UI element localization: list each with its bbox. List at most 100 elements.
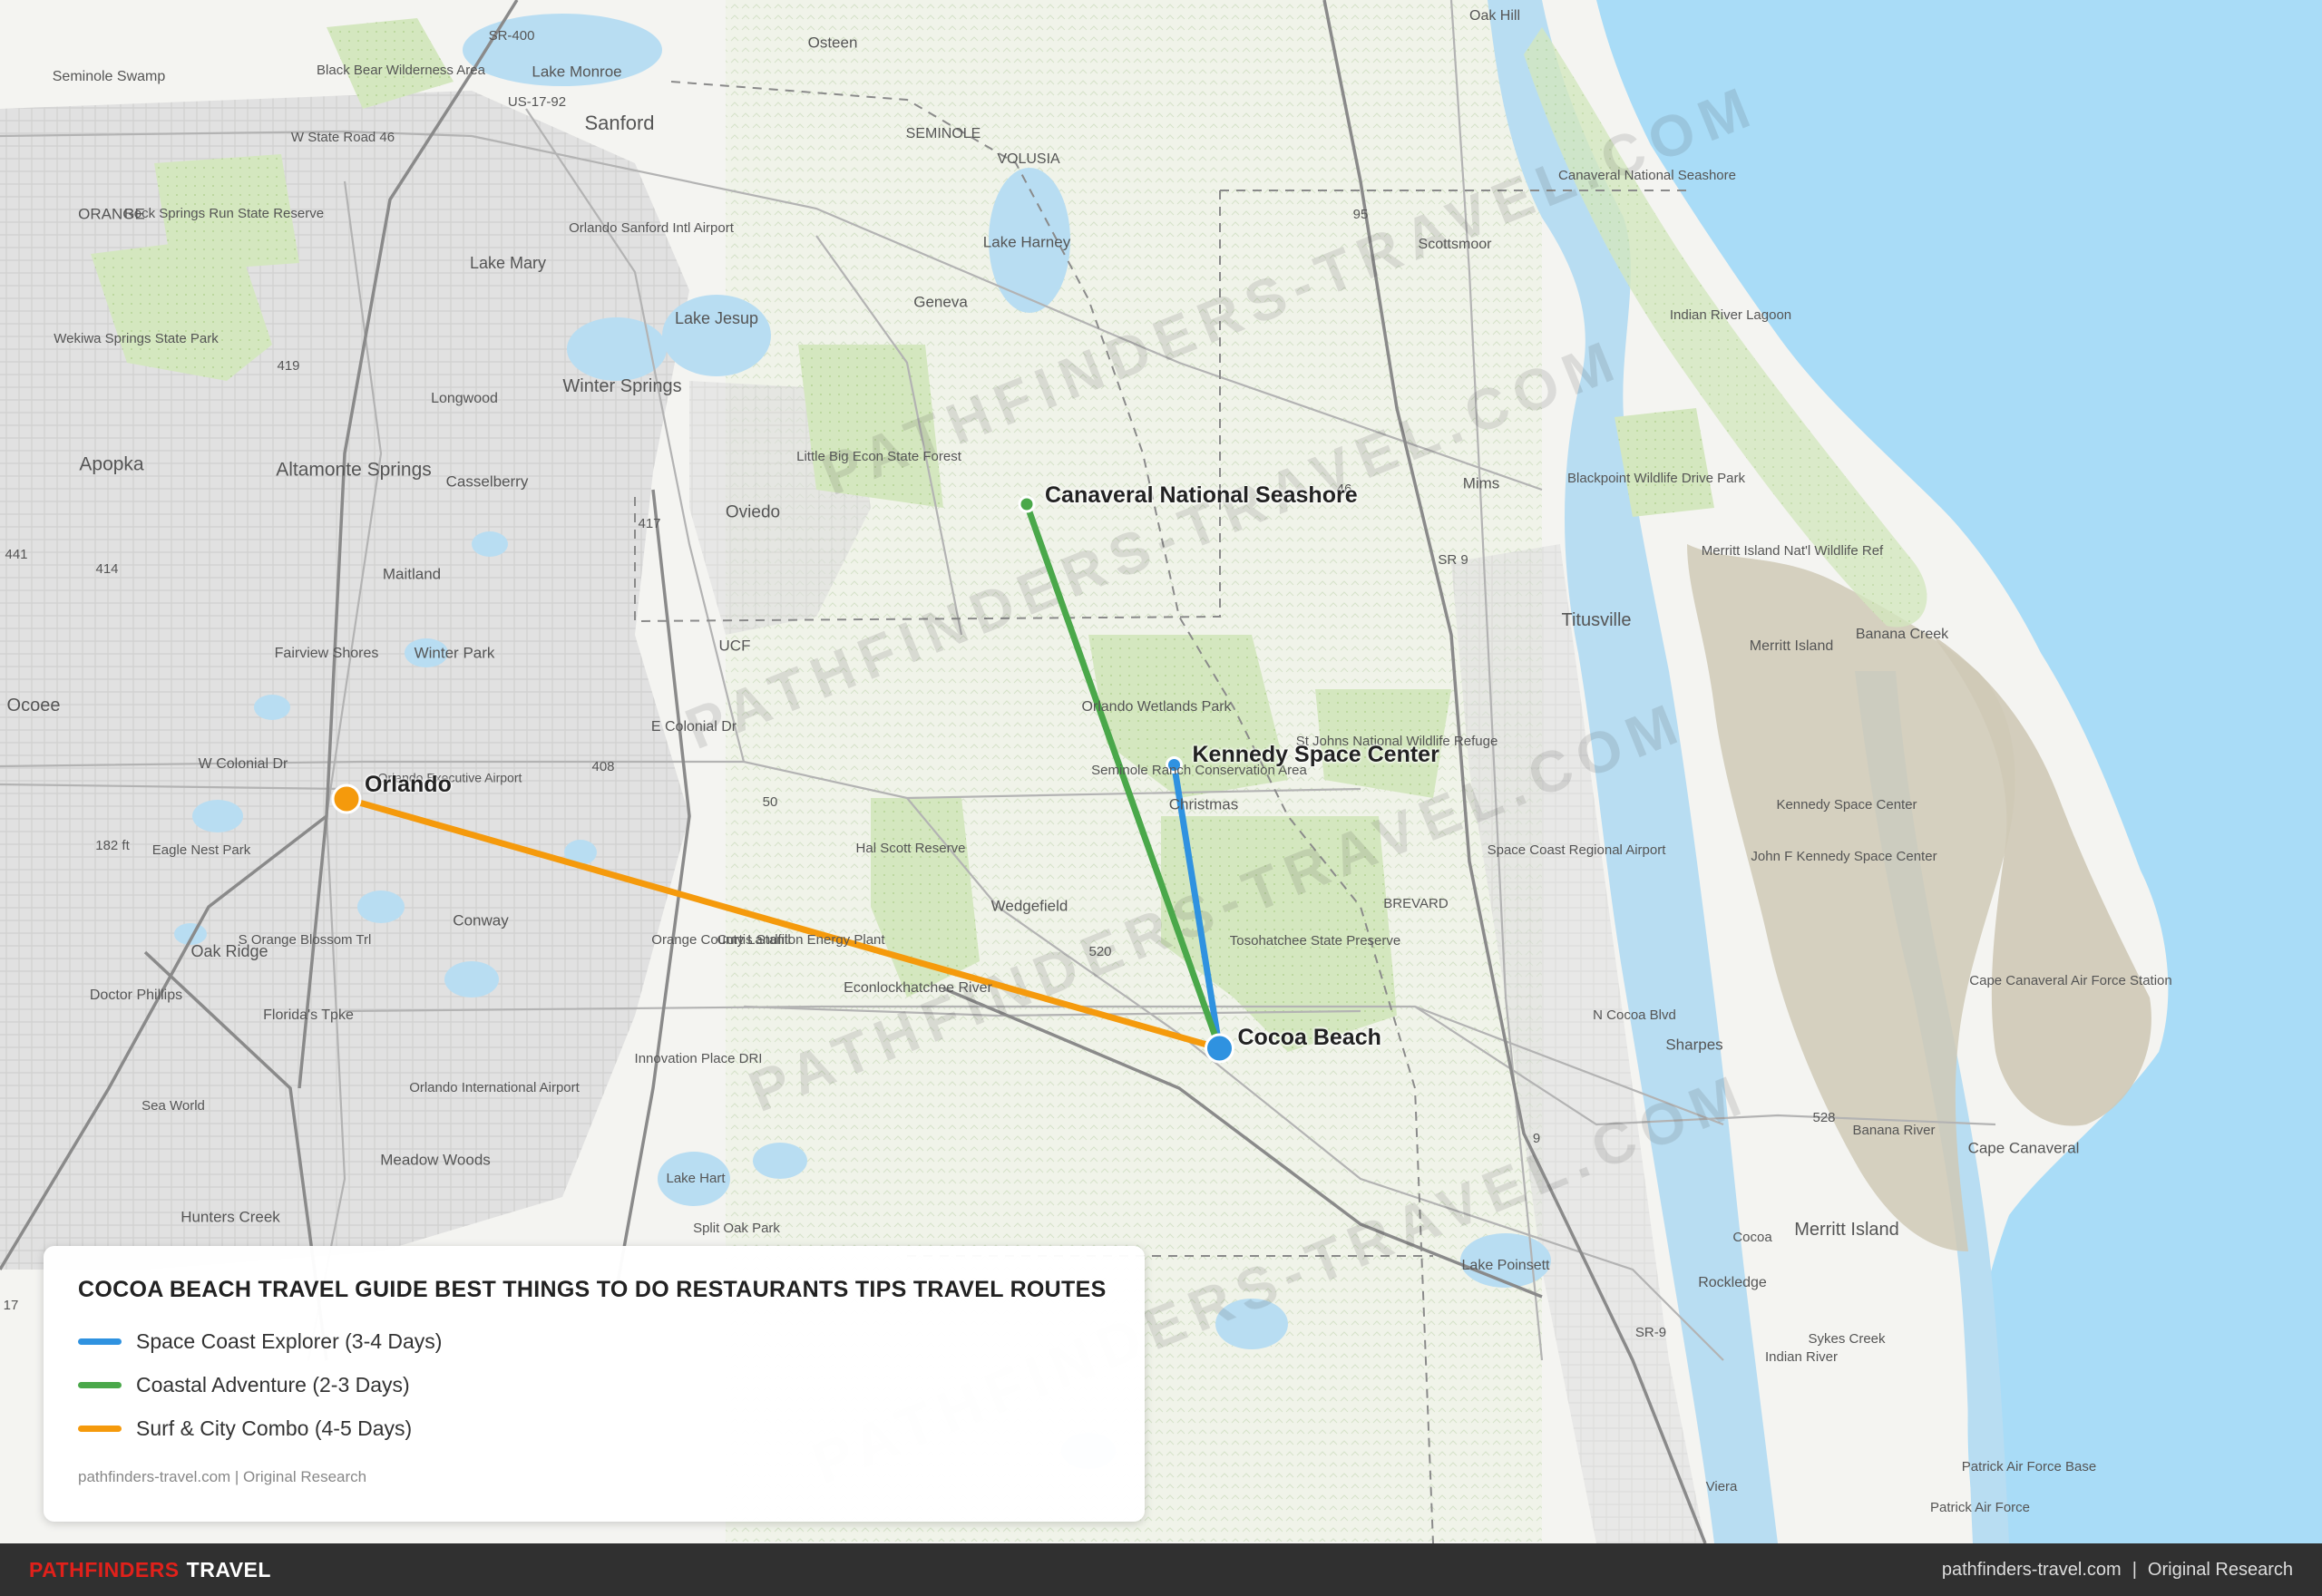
legend-item-space-coast-explorer[interactable]: Space Coast Explorer (3-4 Days): [78, 1319, 1110, 1363]
basemap-label: N Cocoa Blvd: [1593, 1007, 1676, 1023]
basemap-label: Maitland: [382, 565, 442, 583]
basemap-label: Space Coast Regional Airport: [1487, 842, 1666, 858]
basemap-label: Scottsmoor: [1418, 237, 1492, 253]
basemap-label: Wekiwa Springs State Park: [54, 330, 219, 346]
basemap-label: Merritt Island: [1749, 638, 1834, 655]
basemap-label: UCF: [718, 637, 751, 655]
footer-bar: PATHFINDERS TRAVEL pathfinders-travel.com…: [0, 1543, 2322, 1596]
basemap-label: Merritt Island Nat'l Wildlife Ref: [1701, 542, 1884, 559]
basemap-label: 419: [277, 357, 300, 374]
basemap-label: Cocoa: [1732, 1229, 1772, 1245]
basemap-label: John F Kennedy Space Center: [1751, 848, 1937, 864]
basemap-label: W State Road 46: [290, 129, 395, 145]
basemap-label: Curtis Stanton Energy Plant: [717, 931, 885, 948]
basemap-label: Longwood: [431, 391, 498, 407]
basemap-label: Lake Monroe: [532, 63, 622, 81]
basemap-label: 414: [95, 560, 119, 577]
footer-credit: pathfinders-travel.com | Original Research: [1942, 1560, 2293, 1581]
basemap-label: Sykes Creek: [1808, 1330, 1886, 1347]
basemap-label: Lake Harney: [982, 233, 1071, 251]
basemap-label: Black Bear Wilderness Area: [317, 62, 485, 78]
basemap-label: Lake Mary: [469, 254, 547, 273]
basemap-label: US-17-92: [507, 93, 567, 110]
basemap-label: Patrick Air Force Base: [1961, 1458, 2097, 1474]
basemap-label: Orlando Sanford Intl Airport: [569, 219, 734, 236]
basemap-label: Ocoee: [6, 696, 61, 715]
basemap-label: Fairview Shores: [274, 646, 379, 662]
basemap-label: 182 ft: [95, 837, 130, 853]
basemap-label: Canaveral National Seashore: [1558, 167, 1736, 183]
footer-separator: |: [2132, 1559, 2137, 1580]
place-label[interactable]: Kennedy Space Center: [1193, 742, 1439, 768]
basemap-label: Hal Scott Reserve: [855, 840, 966, 856]
basemap-label: Innovation Place DRI: [634, 1050, 763, 1066]
place-label[interactable]: Orlando: [365, 772, 452, 798]
brand-name-part1: PATHFINDERS: [29, 1557, 180, 1581]
basemap-label: SR-9: [1634, 1324, 1667, 1340]
basemap-label: 95: [1352, 206, 1369, 222]
basemap-label: 408: [591, 758, 615, 774]
basemap-label: Econlockhatchee River: [844, 980, 992, 997]
basemap-label: Blackpoint Wildlife Drive Park: [1567, 470, 1745, 486]
basemap-label: W Colonial Dr: [198, 756, 288, 773]
basemap-label: 9: [1532, 1130, 1541, 1146]
basemap-label: Indian River: [1764, 1348, 1839, 1365]
basemap-label: Cape Canaveral Air Force Station: [1969, 972, 2172, 988]
basemap-label: Conway: [453, 911, 509, 929]
basemap-label: Florida's Tpke: [263, 1007, 354, 1024]
basemap-label: Winter Park: [414, 644, 495, 662]
basemap-label: Sharpes: [1665, 1036, 1723, 1054]
basemap-label: SR 9: [1438, 551, 1468, 568]
basemap-label: Banana River: [1852, 1122, 1936, 1138]
basemap-label: Indian River Lagoon: [1669, 307, 1792, 323]
basemap-label: Little Big Econ State Forest: [796, 448, 961, 464]
place-label[interactable]: Canaveral National Seashore: [1045, 482, 1358, 509]
basemap-label: Oviedo: [725, 502, 781, 522]
basemap-label: Patrick Air Force: [1929, 1499, 2031, 1515]
basemap-label: Titusville: [1561, 610, 1632, 630]
basemap-label: Split Oak Park: [693, 1220, 780, 1236]
basemap-label: SR-400: [488, 27, 535, 44]
footer-site-link[interactable]: pathfinders-travel.com: [1942, 1560, 2122, 1580]
basemap-label: 417: [638, 515, 661, 531]
basemap-label: Mims: [1462, 474, 1500, 492]
legend-swatch-orange: [78, 1425, 122, 1432]
basemap-label: 17: [3, 1297, 19, 1313]
basemap-label: Viera: [1705, 1478, 1738, 1494]
basemap-label: BREVARD: [1383, 895, 1449, 911]
legend-item-coastal-adventure[interactable]: Coastal Adventure (2-3 Days): [78, 1363, 1110, 1406]
place-label[interactable]: Cocoa Beach: [1238, 1025, 1381, 1051]
basemap-label: Oak Hill: [1468, 8, 1521, 24]
legend-swatch-green: [78, 1381, 122, 1388]
legend-items: Space Coast Explorer (3-4 Days) Coastal …: [78, 1319, 1110, 1450]
basemap-label: Wedgefield: [990, 897, 1068, 915]
legend-label: Surf & City Combo (4-5 Days): [136, 1416, 413, 1440]
legend-item-surf-city-combo[interactable]: Surf & City Combo (4-5 Days): [78, 1406, 1110, 1450]
basemap-label: ORANGE: [78, 205, 145, 223]
basemap-label: Orlando Wetlands Park: [1081, 699, 1232, 715]
basemap-label: Lake Hart: [666, 1170, 726, 1186]
legend-title: COCOA BEACH TRAVEL GUIDE BEST THINGS TO …: [78, 1277, 1107, 1302]
basemap-label: Eagle Nest Park: [151, 842, 251, 858]
legend-swatch-blue: [78, 1338, 122, 1345]
basemap-label: Meadow Woods: [380, 1151, 491, 1169]
basemap-label: Lake Jesup: [674, 309, 759, 328]
legend-label: Space Coast Explorer (3-4 Days): [136, 1328, 443, 1353]
basemap-label: Rockledge: [1698, 1275, 1767, 1291]
basemap-label: Orlando International Airport: [409, 1079, 580, 1095]
brand-logo[interactable]: PATHFINDERS TRAVEL: [29, 1558, 271, 1582]
place-marker[interactable]: [1018, 495, 1036, 513]
basemap-label: 528: [1812, 1109, 1836, 1125]
basemap-label: 441: [5, 546, 28, 562]
legend-source: pathfinders-travel.com | Original Resear…: [78, 1468, 367, 1485]
basemap-label: 520: [1088, 943, 1112, 959]
place-marker[interactable]: [1205, 1033, 1234, 1064]
basemap-label: Winter Springs: [562, 376, 682, 396]
basemap-label: Tosohatchee State Preserve: [1229, 932, 1401, 949]
basemap-label: Rock Springs Run State Reserve: [123, 205, 325, 221]
basemap-label: Seminole Swamp: [52, 69, 166, 85]
place-marker[interactable]: [331, 783, 362, 814]
basemap-label: SEMINOLE: [905, 126, 981, 142]
basemap-label: Casselberry: [445, 472, 529, 491]
basemap-label: Doctor Phillips: [89, 988, 183, 1004]
